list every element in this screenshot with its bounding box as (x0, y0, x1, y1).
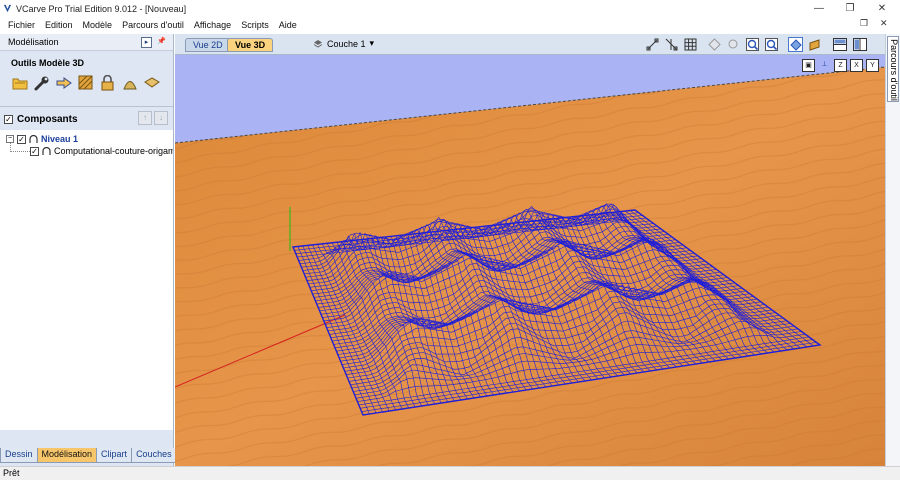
wrench-icon[interactable] (33, 74, 50, 91)
move-up-button[interactable]: ↑ (138, 111, 152, 125)
3d-scene[interactable] (175, 55, 885, 466)
components-title: Composants (17, 113, 78, 125)
status-bar: Prêt (0, 466, 900, 480)
layer-selector[interactable]: Couche 1 ▾ (313, 38, 374, 49)
layers-icon (313, 39, 323, 48)
texture-icon[interactable] (77, 74, 94, 91)
panel-expand-button[interactable]: ▸ (141, 37, 152, 48)
layer-label: Couche 1 (327, 38, 366, 49)
open-model-icon[interactable] (11, 74, 28, 91)
menu-parcours-outil[interactable]: Parcours d'outil (117, 20, 189, 30)
pin-icon[interactable]: 📌 (156, 37, 167, 48)
view-toolbar: Vue 2D Vue 3D Couche 1 ▾ (175, 34, 885, 55)
view-z-button[interactable]: Z (834, 59, 847, 72)
tab-clipart[interactable]: Clipart (96, 448, 133, 463)
level-checkbox[interactable]: ✓ (17, 134, 26, 144)
component-checkbox[interactable]: ✓ (30, 146, 39, 156)
view-iso-icon[interactable]: ⊥ (818, 59, 831, 72)
status-text: Prêt (3, 468, 20, 478)
menu-modele[interactable]: Modèle (78, 20, 118, 30)
tab-couches[interactable]: Couches (131, 448, 177, 463)
layout-horizontal-icon[interactable] (832, 37, 847, 52)
minimize-button[interactable]: — (804, 0, 834, 17)
panel-title: Modélisation (8, 37, 59, 47)
snap-grid-icon[interactable] (664, 37, 679, 52)
3d-viewport[interactable]: ▣ ⊥ Z X Y (175, 55, 885, 466)
close-doc-button[interactable]: ✕ (880, 18, 888, 29)
tab-dessin[interactable]: Dessin (0, 448, 38, 463)
tools-title: Outils Modèle 3D (11, 58, 85, 68)
material-icon[interactable] (807, 37, 822, 52)
grid-icon[interactable] (683, 37, 698, 52)
zoom-in-icon[interactable] (745, 37, 760, 52)
tree-item-label: Computational-couture-origami (54, 146, 173, 156)
side-tab-label: Parcours d'outil (889, 39, 899, 101)
lock-icon[interactable] (99, 74, 116, 91)
component-tree: − ✓ Niveau 1 ✓ Computational-couture-ori… (0, 130, 173, 430)
tab-view-2d[interactable]: Vue 2D (185, 38, 231, 52)
components-header: ✓ Composants ↑ ↓ (4, 110, 170, 128)
window-title: VCarve Pro Trial Edition 9.012 - [Nouvea… (16, 3, 187, 14)
level-icon (29, 134, 38, 143)
arrow-move-icon[interactable] (55, 74, 72, 91)
zoom-out-icon[interactable] (764, 37, 779, 52)
slice-icon[interactable] (143, 74, 160, 91)
zoom-fit-icon[interactable] (707, 37, 722, 52)
chevron-down-icon: ▾ (369, 38, 375, 48)
tree-item-component[interactable]: ✓ Computational-couture-origami (30, 146, 173, 156)
maximize-button[interactable]: ❐ (835, 0, 865, 17)
layout-vertical-icon[interactable] (852, 37, 867, 52)
restore-doc-button[interactable]: ❐ (860, 18, 868, 29)
tree-item-level[interactable]: − ✓ Niveau 1 (6, 134, 78, 144)
modeling-panel: Modélisation ▸ 📌 Outils Modèle 3D ✓ Comp (0, 34, 174, 480)
zoom-box-icon[interactable] (726, 37, 741, 52)
snap-icon[interactable] (645, 37, 660, 52)
collapse-icon[interactable]: − (6, 135, 14, 143)
close-button[interactable]: ✕ (867, 0, 897, 17)
menu-scripts[interactable]: Scripts (236, 20, 274, 30)
tab-view-3d[interactable]: Vue 3D (227, 38, 274, 52)
tools-row (11, 74, 160, 91)
view-x-button[interactable]: X (850, 59, 863, 72)
move-down-button[interactable]: ↓ (154, 111, 168, 125)
distort-icon[interactable] (121, 74, 138, 91)
vcarve-logo-icon (3, 4, 12, 13)
menu-fichier[interactable]: Fichier (3, 20, 40, 30)
menu-affichage[interactable]: Affichage (189, 20, 236, 30)
view-y-button[interactable]: Y (866, 59, 879, 72)
title-bar: VCarve Pro Trial Edition 9.012 - [Nouvea… (0, 0, 900, 17)
components-checkbox[interactable]: ✓ (4, 114, 13, 124)
view-orientation-buttons: ▣ ⊥ Z X Y (802, 59, 879, 72)
shaded-view-icon[interactable] (788, 37, 803, 52)
menu-edition[interactable]: Edition (40, 20, 78, 30)
view-fit-icon[interactable]: ▣ (802, 59, 815, 72)
component-icon (42, 146, 51, 155)
tab-modelisation[interactable]: Modélisation (36, 448, 98, 463)
bottom-tabs: Dessin Modélisation Clipart Couches (0, 448, 177, 463)
menu-aide[interactable]: Aide (274, 20, 302, 30)
tab-toolpaths[interactable]: Parcours d'outil (887, 36, 899, 102)
tree-item-label: Niveau 1 (41, 134, 79, 144)
menu-bar: Fichier Edition Modèle Parcours d'outil … (0, 17, 900, 33)
